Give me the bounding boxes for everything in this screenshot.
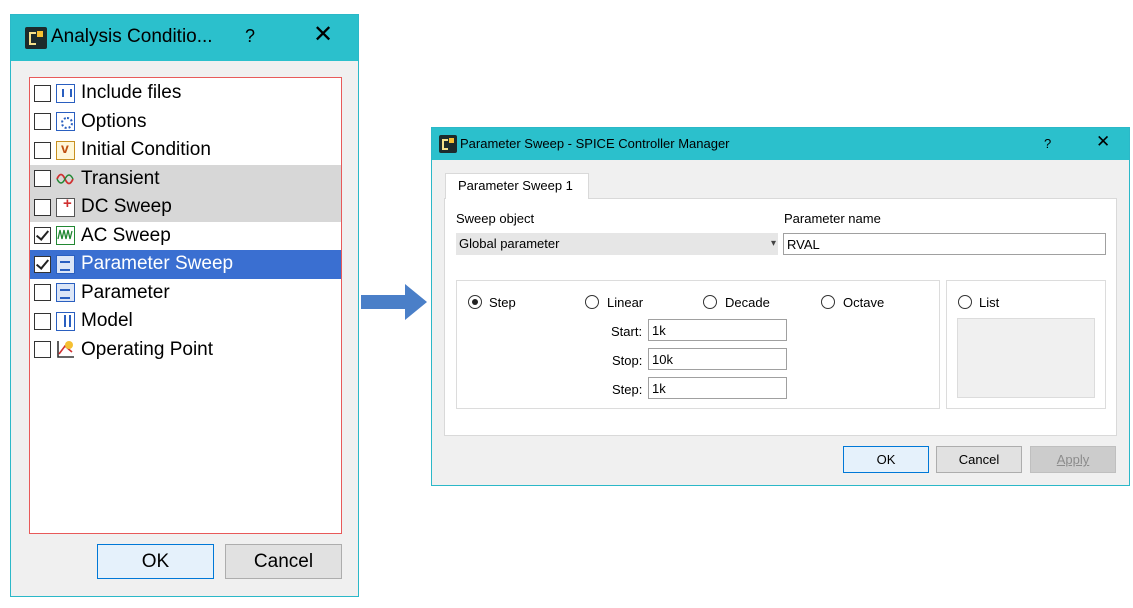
chevron-down-icon: ▾ [770, 238, 776, 249]
sweep-object-select[interactable]: Global parameter ▾ [456, 233, 778, 255]
stop-input[interactable] [648, 348, 787, 370]
app-icon [25, 27, 47, 49]
octave-radio[interactable] [821, 295, 835, 309]
start-label: Start: [611, 324, 643, 339]
tree-item-label: DC Sweep [81, 196, 172, 218]
tree-item-parameter-sweep[interactable]: Parameter Sweep [30, 250, 341, 279]
ac-wave-icon [56, 226, 75, 246]
initial-condition-icon [56, 140, 75, 160]
ok-button[interactable]: OK [97, 544, 214, 579]
tree-item-label: Options [81, 110, 147, 132]
step-input[interactable] [648, 377, 787, 399]
tree-item-label: Model [81, 310, 133, 332]
close-icon[interactable]: ✕ [1096, 133, 1110, 150]
analysis-dialog-title: Analysis Conditio... [51, 26, 213, 47]
operating-point-icon [56, 340, 75, 359]
list-radio-label[interactable]: List [979, 295, 999, 310]
sweep-dialog-title: Parameter Sweep - SPICE Controller Manag… [460, 136, 730, 151]
analysis-conditions-dialog: Analysis Conditio... ? ✕ Include files O… [10, 14, 359, 597]
sweep-object-label: Sweep object [456, 211, 535, 226]
decade-radio[interactable] [703, 295, 717, 309]
transient-wave-icon [56, 169, 75, 188]
model-checkbox[interactable] [34, 312, 51, 330]
include-file-icon [56, 83, 75, 103]
parameter-table-icon [56, 283, 75, 303]
tree-item-transient[interactable]: Transient [30, 164, 341, 193]
apply-button-label: Apply [1056, 452, 1090, 467]
operating-point-checkbox[interactable] [34, 341, 51, 359]
app-icon [439, 135, 457, 153]
help-button[interactable]: ? [245, 26, 255, 47]
tree-item-label: AC Sweep [81, 224, 171, 246]
apply-button[interactable]: Apply [1030, 446, 1116, 473]
sweep-dialog-titlebar[interactable]: Parameter Sweep - SPICE Controller Manag… [432, 128, 1129, 160]
tree-item-label: Transient [81, 167, 160, 189]
options-checkbox[interactable] [34, 113, 51, 131]
model-icon [56, 311, 75, 331]
tree-item-options[interactable]: Options [30, 108, 341, 137]
cancel-button[interactable]: Cancel [936, 446, 1022, 473]
tree-item-parameter[interactable]: Parameter [30, 279, 341, 308]
list-group: List [946, 280, 1106, 409]
parameter-checkbox[interactable] [34, 284, 51, 302]
analysis-tree: Include files Options Initial Condition … [29, 77, 342, 534]
tree-item-operating-point[interactable]: Operating Point [30, 336, 341, 365]
step-radio-label[interactable]: Step [489, 295, 516, 310]
dc-sweep-checkbox[interactable] [34, 198, 51, 216]
arrow-right-icon [361, 284, 427, 320]
tab-parameter-sweep-1[interactable]: Parameter Sweep 1 [445, 173, 589, 199]
tree-item-label: Parameter [81, 281, 170, 303]
tree-item-dc-sweep[interactable]: DC Sweep [30, 193, 341, 222]
linear-radio-label[interactable]: Linear [607, 295, 643, 310]
start-input[interactable] [648, 319, 787, 341]
tree-item-label: Include files [81, 82, 182, 104]
ac-sweep-checkbox[interactable] [34, 227, 51, 245]
close-icon[interactable]: ✕ [313, 23, 333, 47]
parameter-sweep-dialog: Parameter Sweep - SPICE Controller Manag… [431, 127, 1130, 486]
sweep-type-group: Step Linear Decade Octave Start: Stop: S… [456, 280, 940, 409]
tree-item-model[interactable]: Model [30, 307, 341, 336]
parameter-table-icon [56, 254, 75, 274]
help-button[interactable]: ? [1044, 136, 1051, 151]
linear-radio[interactable] [585, 295, 599, 309]
options-icon [56, 112, 75, 132]
dc-source-icon [56, 195, 75, 217]
tree-item-include-files[interactable]: Include files [30, 79, 341, 108]
list-values-box[interactable] [957, 318, 1095, 398]
cancel-button[interactable]: Cancel [225, 544, 342, 579]
initial-condition-checkbox[interactable] [34, 141, 51, 159]
tree-item-label: Parameter Sweep [81, 253, 234, 275]
octave-radio-label[interactable]: Octave [843, 295, 884, 310]
tree-item-label: Operating Point [81, 338, 214, 360]
stop-label: Stop: [612, 353, 643, 368]
analysis-dialog-titlebar[interactable]: Analysis Conditio... ? ✕ [11, 15, 358, 61]
sweep-object-value: Global parameter [459, 236, 560, 251]
parameter-sweep-checkbox[interactable] [34, 255, 51, 273]
transient-checkbox[interactable] [34, 170, 51, 188]
include-files-checkbox[interactable] [34, 84, 51, 102]
tree-item-ac-sweep[interactable]: AC Sweep [30, 222, 341, 251]
tree-item-initial-condition[interactable]: Initial Condition [30, 136, 341, 165]
parameter-name-label: Parameter name [784, 211, 881, 226]
step-radio[interactable] [468, 295, 482, 309]
tree-item-label: Initial Condition [81, 139, 211, 161]
list-radio[interactable] [958, 295, 972, 309]
decade-radio-label[interactable]: Decade [725, 295, 770, 310]
parameter-name-input[interactable] [783, 233, 1106, 255]
tab-panel: Sweep object Global parameter ▾ Paramete… [444, 198, 1117, 436]
ok-button[interactable]: OK [843, 446, 929, 473]
step-label: Step: [612, 382, 643, 397]
